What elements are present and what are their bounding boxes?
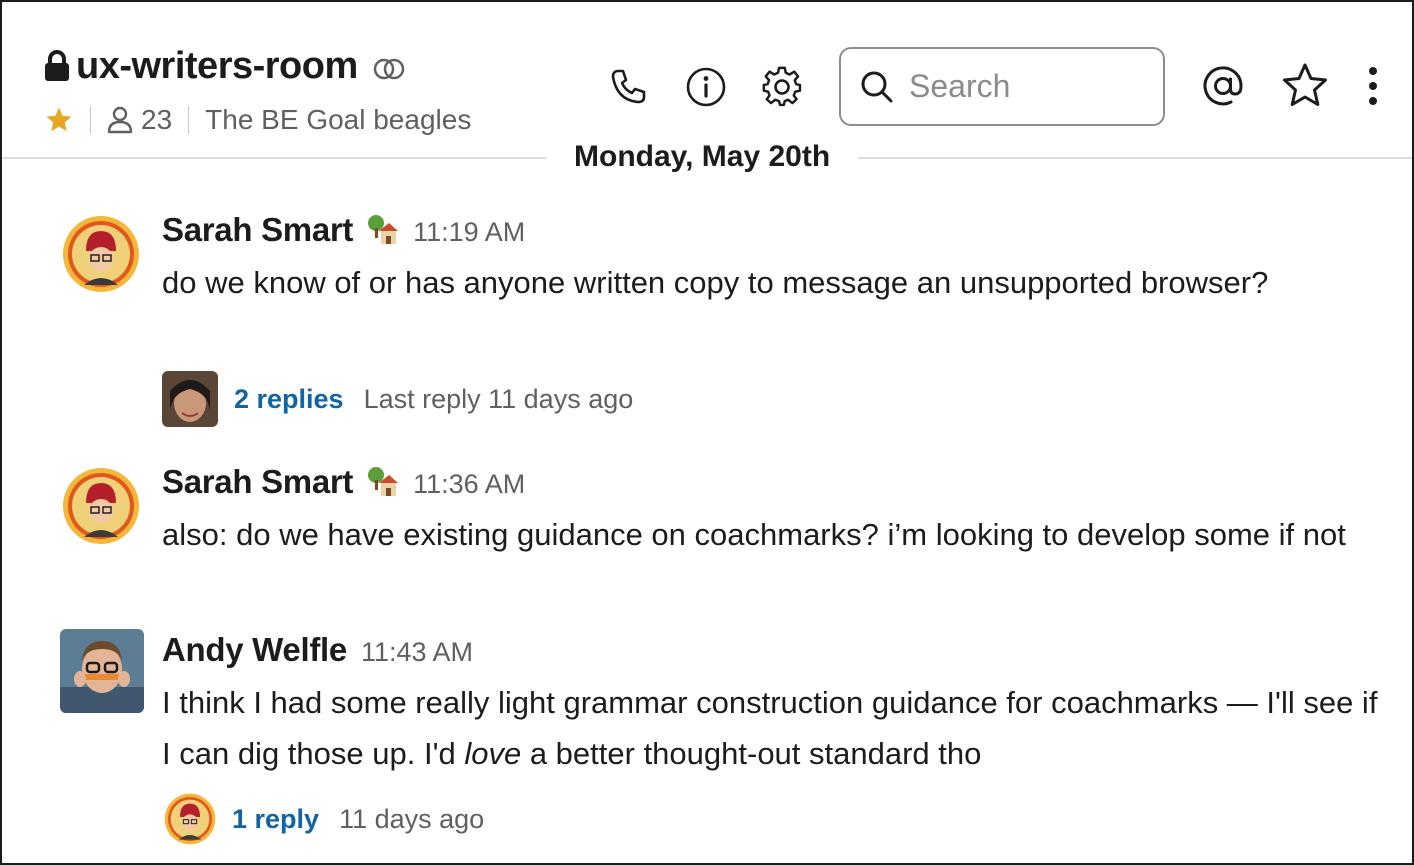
member-icon bbox=[107, 106, 133, 134]
search-input[interactable] bbox=[909, 68, 1149, 105]
message-text-part: a better thought-out standard tho bbox=[521, 736, 982, 771]
call-button[interactable] bbox=[602, 61, 654, 113]
channel-title[interactable]: ux-writers-room bbox=[44, 42, 408, 90]
reply-avatar bbox=[162, 371, 218, 427]
date-divider-label[interactable]: Monday, May 20th bbox=[546, 137, 859, 177]
thread-last-reply: Last reply 11 days ago bbox=[363, 383, 634, 414]
avatar[interactable] bbox=[62, 215, 140, 293]
channel-topic[interactable]: The BE Goal beagles bbox=[205, 102, 471, 138]
search-icon bbox=[861, 71, 893, 102]
thread-replies-link[interactable]: 1 reply bbox=[232, 804, 319, 835]
message-text: I think I had some really light grammar … bbox=[162, 677, 1392, 779]
star-button[interactable] bbox=[1279, 60, 1331, 112]
starred-icon[interactable] bbox=[44, 105, 74, 135]
message-header: Andy Welfle 11:43 AM bbox=[162, 631, 473, 669]
lock-icon bbox=[45, 50, 69, 81]
message-timestamp[interactable]: 11:43 AM bbox=[361, 637, 473, 668]
channel-toolbar bbox=[602, 48, 808, 126]
channel-name: ux-writers-room bbox=[76, 45, 358, 87]
avatar[interactable] bbox=[60, 629, 144, 713]
vertical-ellipsis-icon bbox=[1369, 67, 1377, 105]
message-text-emphasis: love bbox=[464, 736, 522, 771]
channel-window: ux-writers-room 23 The BE Goal beagles S… bbox=[0, 0, 1414, 865]
channel-meta: 23 The BE Goal beagles bbox=[44, 102, 471, 138]
message-timestamp[interactable]: 11:36 AM bbox=[413, 469, 525, 500]
star-icon bbox=[1283, 63, 1327, 106]
thread-last-reply: 11 days ago bbox=[339, 803, 485, 834]
mentions-button[interactable] bbox=[1197, 60, 1249, 112]
more-actions-button[interactable] bbox=[1354, 60, 1392, 112]
message-header: Sarah Smart 11:19 AM bbox=[162, 211, 525, 249]
message-timestamp[interactable]: 11:19 AM bbox=[413, 217, 525, 248]
avatar[interactable] bbox=[62, 467, 140, 545]
reply-avatar bbox=[164, 793, 216, 845]
message-text: do we know of or has anyone written copy… bbox=[162, 265, 1269, 300]
shared-channel-icon bbox=[373, 58, 405, 80]
thread-summary[interactable]: 2 replies Last reply 11 days ago bbox=[162, 371, 633, 427]
author-name[interactable]: Andy Welfle bbox=[162, 631, 347, 669]
message-header: Sarah Smart 11:36 AM bbox=[162, 463, 525, 501]
info-icon bbox=[686, 67, 726, 107]
author-name[interactable]: Sarah Smart bbox=[162, 463, 353, 501]
message-text: also: do we have existing guidance on co… bbox=[162, 517, 1346, 552]
house-with-tree-icon bbox=[368, 215, 399, 244]
settings-button[interactable] bbox=[756, 61, 808, 113]
gear-icon bbox=[762, 66, 802, 107]
thread-summary[interactable]: 1 reply 11 days ago bbox=[162, 793, 484, 845]
divider bbox=[188, 106, 190, 134]
info-button[interactable] bbox=[680, 61, 732, 113]
house-with-tree-icon bbox=[368, 467, 399, 496]
member-count[interactable]: 23 bbox=[141, 102, 172, 138]
phone-icon bbox=[611, 69, 646, 104]
search-box[interactable] bbox=[839, 47, 1165, 126]
thread-replies-link[interactable]: 2 replies bbox=[234, 384, 344, 415]
at-icon bbox=[1203, 66, 1243, 106]
divider bbox=[90, 106, 91, 134]
author-name[interactable]: Sarah Smart bbox=[162, 211, 353, 249]
